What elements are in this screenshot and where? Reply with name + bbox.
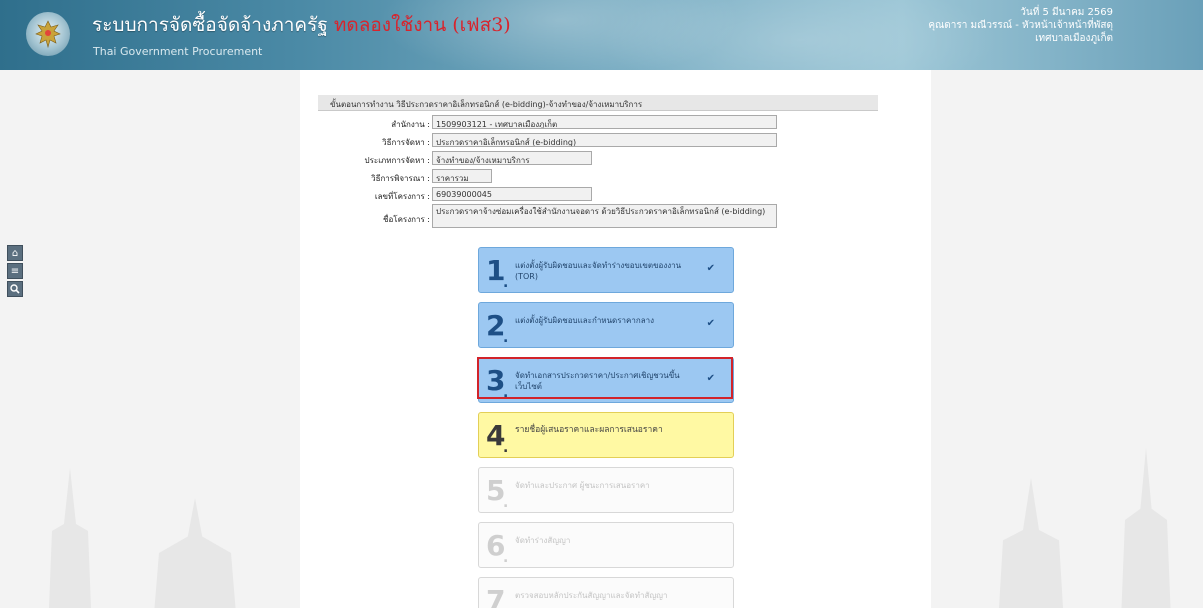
step-label: แต่งตั้งผู้รับผิดชอบและจัดทำร่างขอบเขตขอ…	[515, 261, 682, 281]
step-1-button[interactable]: 1. แต่งตั้งผู้รับผิดชอบและจัดทำร่างขอบเข…	[478, 247, 734, 293]
project-number-field: 69039000045	[432, 187, 592, 201]
consideration-field: ราคารวม	[432, 169, 492, 183]
step-7-button: 7. ตรวจสอบหลักประกันสัญญาและจัดทำสัญญา	[478, 577, 734, 608]
info-label: วิธีการพิจารณา :	[371, 174, 430, 183]
step-label: จัดทำเอกสารประกวดราคา/ประกาศเชิญชวนขึ้นเ…	[515, 371, 680, 391]
step-label: จัดทำและประกาศ ผู้ชนะการเสนอราคา	[515, 481, 650, 490]
info-label: ประเภทการจัดหา :	[364, 156, 430, 165]
info-label: เลขที่โครงการ :	[374, 192, 430, 201]
step-6-button: 6. จัดทำร่างสัญญา	[478, 522, 734, 568]
step-dot: .	[503, 550, 509, 566]
system-title-text: ระบบการจัดซื้อจัดจ้างภาครัฐ	[92, 14, 328, 36]
step-2-button[interactable]: 2. แต่งตั้งผู้รับผิดชอบและกำหนดราคากลาง …	[478, 302, 734, 348]
procurement-type-field: จ้างทำของ/จ้างเหมาบริการ	[432, 151, 592, 165]
garuda-logo-icon	[26, 12, 70, 56]
menu-icon[interactable]: ≡	[7, 263, 23, 279]
project-name-field: ประกวดราคาจ้างซ่อมเครื่องใช้สำนักงานจอดา…	[432, 204, 777, 228]
info-label: สำนักงาน :	[391, 120, 430, 129]
check-icon: ✔	[706, 263, 715, 274]
info-label: ชื่อโครงการ :	[383, 215, 430, 224]
step-dot: .	[503, 330, 509, 346]
step-dot: .	[503, 440, 509, 456]
step-label: แต่งตั้งผู้รับผิดชอบและกำหนดราคากลาง	[515, 316, 655, 325]
user-organization: เทศบาลเมืองภูเก็ต	[1035, 33, 1113, 44]
step-label: จัดทำร่างสัญญา	[515, 536, 571, 545]
info-label: วิธีการจัดหา :	[382, 138, 430, 147]
user-name: คุณดารา มณีวรรณ์ - หัวหน้าเจ้าหน้าที่พัส…	[928, 20, 1113, 31]
page-header: ระบบการจัดซื้อจัดจ้างภาครัฐ ทดลองใช้งาน …	[0, 0, 1203, 70]
check-icon: ✔	[706, 318, 715, 329]
system-subtitle: Thai Government Procurement	[93, 45, 263, 58]
step-4-button[interactable]: 4. รายชื่อผู้เสนอราคาและผลการเสนอราคา	[478, 412, 734, 458]
check-icon: ✔	[706, 373, 715, 384]
search-icon[interactable]	[7, 281, 23, 297]
method-field: ประกวดราคาอิเล็กทรอนิกส์ (e-bidding)	[432, 133, 777, 147]
step-dot: .	[503, 275, 509, 291]
right-background	[931, 70, 1203, 608]
system-title: ระบบการจัดซื้อจัดจ้างภาครัฐ ทดลองใช้งาน …	[92, 10, 511, 40]
step-label: รายชื่อผู้เสนอราคาและผลการเสนอราคา	[515, 425, 663, 435]
step-dot: .	[503, 495, 509, 511]
step-label: ตรวจสอบหลักประกันสัญญาและจัดทำสัญญา	[515, 591, 668, 600]
step-5-button: 5. จัดทำและประกาศ ผู้ชนะการเสนอราคา	[478, 467, 734, 513]
main-panel: ขั้นตอนการทำงาน วิธีประกวดราคาอิเล็กทรอน…	[300, 80, 884, 608]
left-background	[0, 70, 300, 608]
step-3-button[interactable]: 3. จัดทำเอกสารประกวดราคา/ประกาศเชิญชวนขึ…	[478, 357, 734, 403]
step-dot: .	[503, 385, 509, 401]
user-info: วันที่ 5 มีนาคม 2569 คุณดารา มณีวรรณ์ - …	[928, 6, 1113, 45]
tool-sidebar: ⌂ ≡	[7, 245, 23, 299]
workflow-heading: ขั้นตอนการทำงาน วิธีประกวดราคาอิเล็กทรอน…	[318, 95, 878, 111]
home-icon[interactable]: ⌂	[7, 245, 23, 261]
office-field: 1509903121 - เทศบาลเมืองภูเก็ต	[432, 115, 777, 129]
current-date: วันที่ 5 มีนาคม 2569	[1020, 7, 1113, 18]
test-phase-label: ทดลองใช้งาน (เฟส3)	[333, 14, 511, 36]
